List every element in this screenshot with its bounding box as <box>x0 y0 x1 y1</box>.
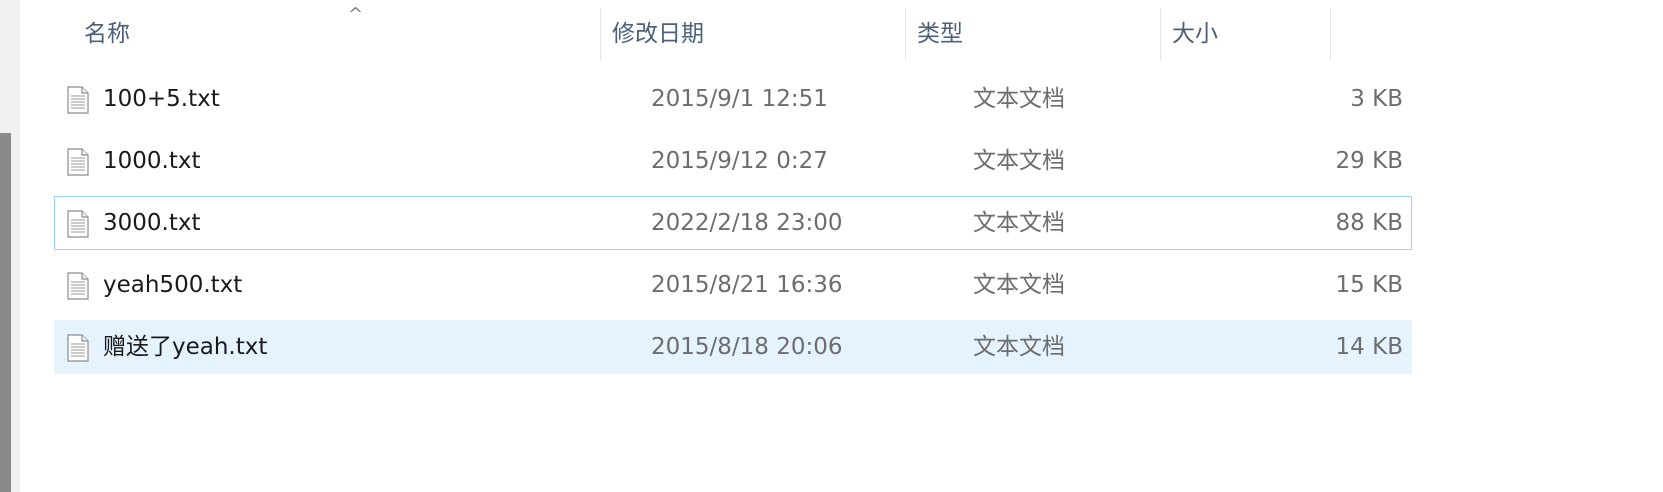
text-file-icon <box>67 334 89 362</box>
file-modified-date: 2015/8/21 16:36 <box>651 272 843 298</box>
column-divider[interactable] <box>905 8 906 60</box>
file-size: 14 KB <box>1335 334 1403 360</box>
file-list: 100+5.txt 2015/9/1 12:51 文本文档 3 KB 1000.… <box>54 72 1412 382</box>
file-size: 88 KB <box>1335 210 1403 236</box>
file-name[interactable]: 赠送了yeah.txt <box>103 321 267 373</box>
file-row[interactable]: 100+5.txt 2015/9/1 12:51 文本文档 3 KB <box>54 72 1412 126</box>
column-header-size-label: 大小 <box>1172 21 1218 47</box>
file-name[interactable]: yeah500.txt <box>103 259 242 311</box>
column-header-type-label: 类型 <box>917 21 963 47</box>
column-header-name[interactable]: 名称 <box>84 8 600 60</box>
column-header-type[interactable]: 类型 <box>917 8 1160 60</box>
file-size: 29 KB <box>1335 148 1403 174</box>
text-file-icon <box>67 86 89 114</box>
column-header-size[interactable]: 大小 <box>1172 8 1332 60</box>
file-type: 文本文档 <box>973 86 1065 112</box>
file-type: 文本文档 <box>973 334 1065 360</box>
column-divider[interactable] <box>600 8 601 60</box>
sort-ascending-icon: ^ <box>348 4 364 25</box>
text-file-icon <box>67 210 89 238</box>
column-divider[interactable] <box>1330 8 1331 60</box>
file-modified-date: 2015/9/12 0:27 <box>651 148 828 174</box>
file-type: 文本文档 <box>973 148 1065 174</box>
file-size: 15 KB <box>1335 272 1403 298</box>
file-type: 文本文档 <box>973 210 1065 236</box>
file-row-focused[interactable]: 3000.txt 2022/2/18 23:00 文本文档 88 KB <box>54 196 1412 250</box>
file-row-selected[interactable]: 赠送了yeah.txt 2015/8/18 20:06 文本文档 14 KB <box>54 320 1412 374</box>
file-type: 文本文档 <box>973 272 1065 298</box>
column-header-date-label: 修改日期 <box>612 21 704 47</box>
text-file-icon <box>67 148 89 176</box>
file-name[interactable]: 100+5.txt <box>103 73 220 125</box>
file-name[interactable]: 1000.txt <box>103 135 201 187</box>
file-name[interactable]: 3000.txt <box>103 197 201 249</box>
text-file-icon <box>67 272 89 300</box>
navigation-scrollbar-thumb[interactable] <box>0 133 11 492</box>
column-header-bar: 名称 ^ 修改日期 类型 大小 <box>54 4 1412 60</box>
column-divider[interactable] <box>1160 8 1161 60</box>
column-header-date[interactable]: 修改日期 <box>612 8 906 60</box>
file-modified-date: 2022/2/18 23:00 <box>651 210 843 236</box>
file-row[interactable]: 1000.txt 2015/9/12 0:27 文本文档 29 KB <box>54 134 1412 188</box>
column-header-name-label: 名称 <box>84 21 130 47</box>
file-modified-date: 2015/8/18 20:06 <box>651 334 843 360</box>
file-row[interactable]: yeah500.txt 2015/8/21 16:36 文本文档 15 KB <box>54 258 1412 312</box>
file-modified-date: 2015/9/1 12:51 <box>651 86 828 112</box>
file-size: 3 KB <box>1350 86 1403 112</box>
